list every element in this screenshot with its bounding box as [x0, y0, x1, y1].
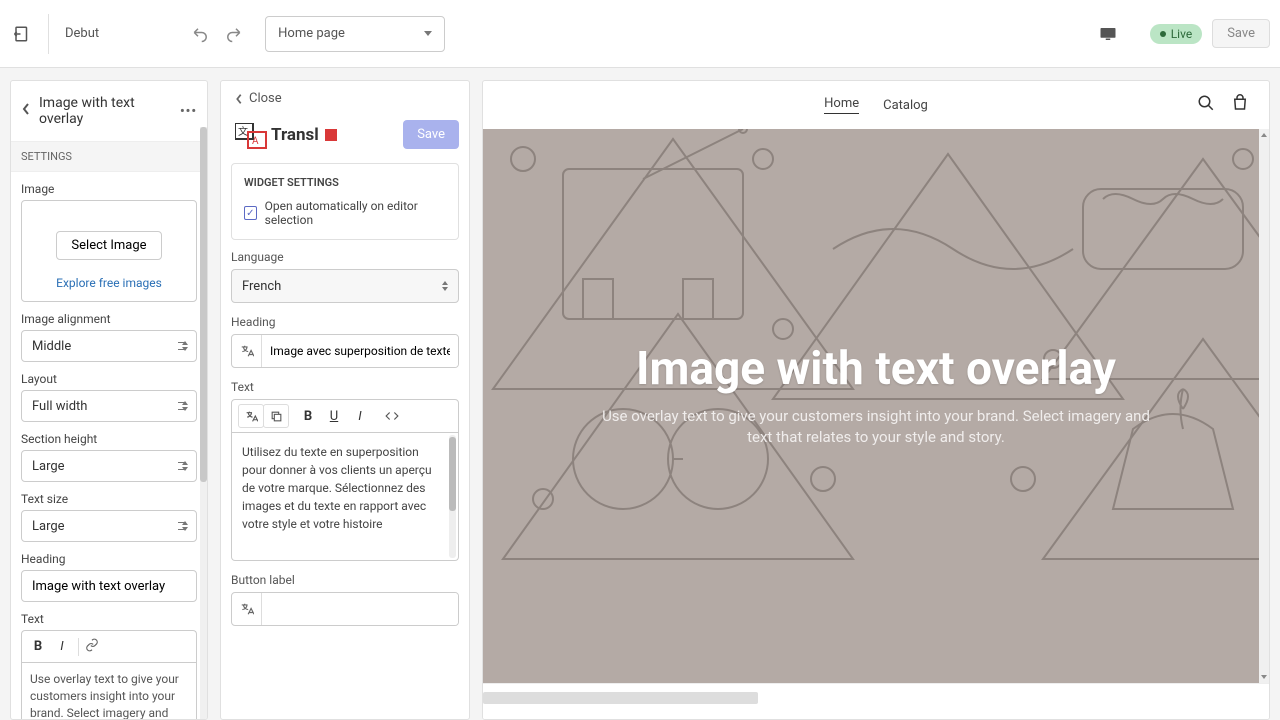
rte-toolbar: B U I — [231, 399, 459, 433]
t-button-label: Button label — [231, 573, 459, 587]
store-nav: Home Catalog — [483, 81, 1269, 129]
preview-footer-rail — [483, 683, 1269, 719]
preview-scrollbar[interactable] — [1259, 129, 1269, 683]
close-panel-button[interactable]: Close — [221, 81, 469, 116]
checkbox-icon: ✓ — [244, 206, 257, 220]
svg-text:A: A — [252, 136, 259, 147]
heading-label: Heading — [21, 552, 197, 566]
translate-icon[interactable] — [232, 335, 262, 367]
layout-select[interactable]: Full width — [21, 390, 197, 422]
settings-header: SETTINGS — [11, 141, 207, 172]
search-icon[interactable] — [1197, 94, 1215, 116]
t-button-input[interactable] — [262, 593, 458, 625]
cart-icon[interactable] — [1231, 94, 1249, 116]
image-label: Image — [21, 182, 197, 196]
rte-copy-button[interactable] — [263, 404, 289, 428]
more-actions-button[interactable]: ••• — [180, 104, 197, 119]
divider — [48, 14, 49, 54]
explore-images-link[interactable]: Explore free images — [56, 276, 162, 290]
nav-home-link[interactable]: Home — [824, 96, 859, 114]
rte-bold-button[interactable]: B — [295, 404, 321, 428]
rte-underline-button[interactable]: U — [321, 404, 347, 428]
text-textarea[interactable]: Use overlay text to give your customers … — [21, 662, 197, 719]
hero-section: Image with text overlay Use overlay text… — [483, 129, 1269, 683]
app-brand: 文A Transl — [235, 123, 337, 147]
svg-text:文: 文 — [238, 125, 248, 138]
redo-button[interactable] — [221, 22, 245, 46]
rte-textarea[interactable]: Utilisez du texte en superposition pour … — [231, 433, 459, 561]
translate-panel: Close 文A Transl Save WIDGET SETTINGS ✓ O… — [220, 80, 470, 720]
auto-open-checkbox[interactable]: ✓ Open automatically on editor selection — [244, 199, 446, 227]
heading-input[interactable] — [21, 570, 197, 602]
textsize-select[interactable]: Large — [21, 510, 197, 542]
sidebar-scrollbar[interactable] — [200, 127, 207, 719]
rte-code-button[interactable] — [379, 404, 405, 428]
theme-preview: Home Catalog — [482, 80, 1270, 720]
nav-catalog-link[interactable]: Catalog — [883, 98, 928, 113]
language-label: Language — [231, 250, 459, 264]
height-select[interactable]: Large — [21, 450, 197, 482]
bold-button[interactable]: B — [28, 639, 48, 654]
translate-save-button[interactable]: Save — [403, 120, 459, 149]
panel-title: Image with text overlay — [39, 95, 172, 127]
link-button[interactable] — [85, 638, 99, 656]
textsize-label: Text size — [21, 492, 197, 506]
save-button[interactable]: Save — [1212, 19, 1270, 48]
live-status-badge: Live — [1150, 24, 1202, 44]
alignment-label: Image alignment — [21, 312, 197, 326]
widget-settings-header: WIDGET SETTINGS — [244, 176, 446, 189]
height-label: Section height — [21, 432, 197, 446]
translate-icon[interactable] — [232, 593, 262, 625]
rte-translate-button[interactable] — [238, 404, 264, 428]
hero-heading: Image with text overlay — [513, 342, 1239, 396]
widget-settings-card: WIDGET SETTINGS ✓ Open automatically on … — [231, 163, 459, 240]
rte-italic-button[interactable]: I — [347, 404, 373, 428]
undo-button[interactable] — [189, 22, 213, 46]
t-heading-input[interactable] — [262, 335, 458, 367]
t-text-label: Text — [231, 380, 459, 394]
alignment-select[interactable]: Middle — [21, 330, 197, 362]
italic-button[interactable]: I — [52, 639, 72, 654]
text-toolbar: B I — [21, 630, 197, 662]
text-label: Text — [21, 612, 197, 626]
language-select[interactable]: French — [231, 269, 459, 303]
section-settings-panel: Image with text overlay ••• SETTINGS Ima… — [10, 80, 208, 720]
t-heading-label: Heading — [231, 315, 459, 329]
page-select-value: Home page — [278, 26, 345, 41]
select-image-button[interactable]: Select Image — [56, 231, 161, 260]
exit-editor-button[interactable] — [10, 22, 34, 46]
theme-name: Debut — [65, 26, 99, 41]
layout-label: Layout — [21, 372, 197, 386]
image-drop-zone: Select Image Explore free images — [21, 200, 197, 302]
page-select[interactable]: Home page — [265, 16, 445, 52]
back-icon[interactable] — [21, 102, 31, 120]
hero-paragraph: Use overlay text to give your customers … — [596, 406, 1156, 448]
desktop-view-icon[interactable] — [1096, 22, 1120, 46]
